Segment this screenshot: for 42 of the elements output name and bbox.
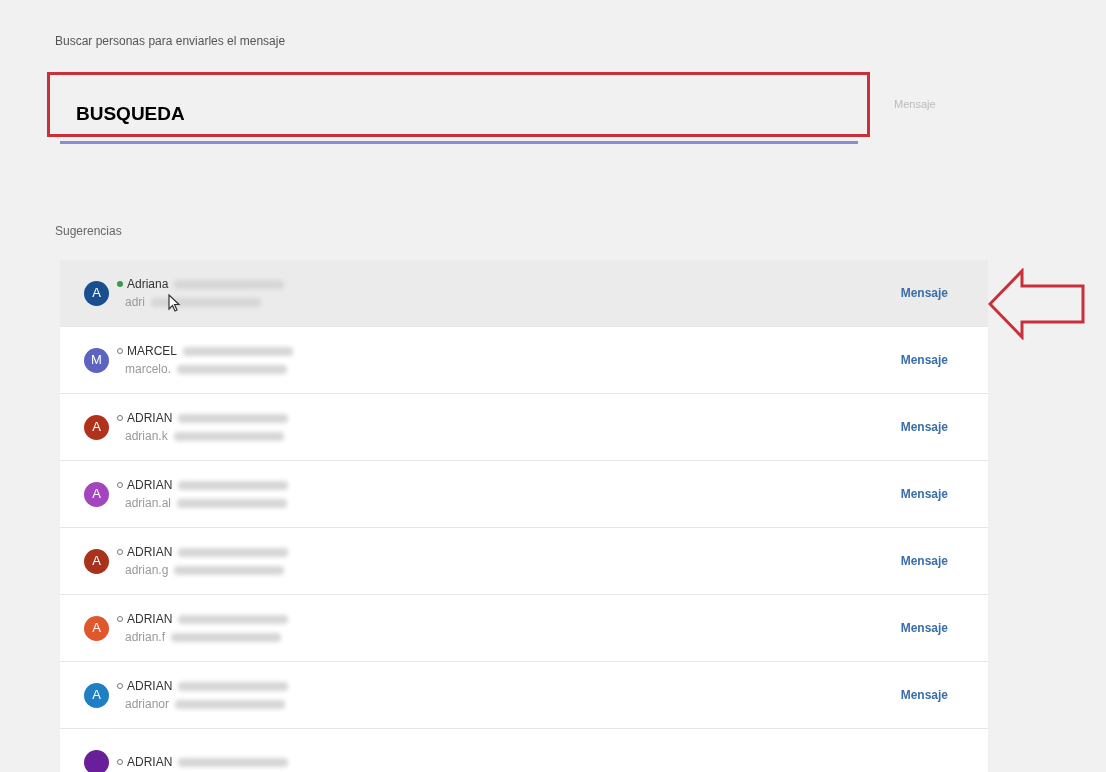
person-row[interactable]: ADRIAN	[60, 729, 988, 772]
person-name: ADRIAN	[127, 611, 173, 628]
search-field[interactable]: BUSQUEDA	[47, 72, 870, 137]
person-name: ADRIAN	[127, 754, 173, 771]
message-link[interactable]: Mensaje	[900, 284, 948, 302]
person-row[interactable]: A ADRIAN adrian.g Mensaje	[60, 528, 988, 595]
person-row[interactable]: A ADRIAN adrianor Mensaje	[60, 662, 988, 729]
person-row[interactable]: A Adriana adri Mensaje	[60, 260, 988, 327]
message-link[interactable]: Mensaje	[900, 619, 948, 637]
section-title: Sugerencias	[55, 223, 123, 240]
person-email: adrian.al	[125, 495, 172, 512]
person-row[interactable]: A ADRIAN adrian.f Mensaje	[60, 595, 988, 662]
search-label: Buscar personas para enviarles el mensaje	[55, 33, 287, 50]
message-link[interactable]: Mensaje	[900, 686, 948, 704]
message-link[interactable]: Mensaje	[900, 418, 948, 436]
avatar: A	[84, 481, 109, 507]
arrow-icon	[988, 268, 1086, 340]
person-row[interactable]: M MARCEL marcelo. Mensaje	[60, 327, 988, 394]
avatar: A	[84, 615, 109, 641]
person-email: adrian.k	[125, 428, 168, 445]
person-email: adrianor	[125, 696, 170, 713]
avatar: A	[84, 548, 109, 574]
avatar: A	[84, 280, 109, 306]
person-row[interactable]: A ADRIAN adrian.al Mensaje	[60, 461, 988, 528]
person-email: adrian.g	[125, 562, 169, 579]
person-email: adrian.f	[125, 629, 166, 646]
person-name: ADRIAN	[127, 544, 173, 561]
person-name: ADRIAN	[127, 477, 173, 494]
message-link[interactable]: Mensaje	[900, 485, 948, 503]
avatar: M	[84, 347, 109, 373]
person-email: adri	[125, 294, 145, 311]
message-link[interactable]: Mensaje	[900, 552, 948, 570]
person-name: ADRIAN	[127, 410, 173, 427]
message-link[interactable]: Mensaje	[900, 351, 948, 369]
person-name: MARCEL	[127, 343, 177, 360]
avatar: A	[84, 682, 109, 708]
mouse-cursor-icon	[168, 294, 182, 312]
avatar: A	[84, 414, 109, 440]
person-name: ADRIAN	[127, 678, 173, 695]
person-email: marcelo.	[125, 361, 171, 378]
person-row[interactable]: A ADRIAN adrian.k Mensaje	[60, 394, 988, 461]
person-name: Adriana	[127, 276, 169, 293]
